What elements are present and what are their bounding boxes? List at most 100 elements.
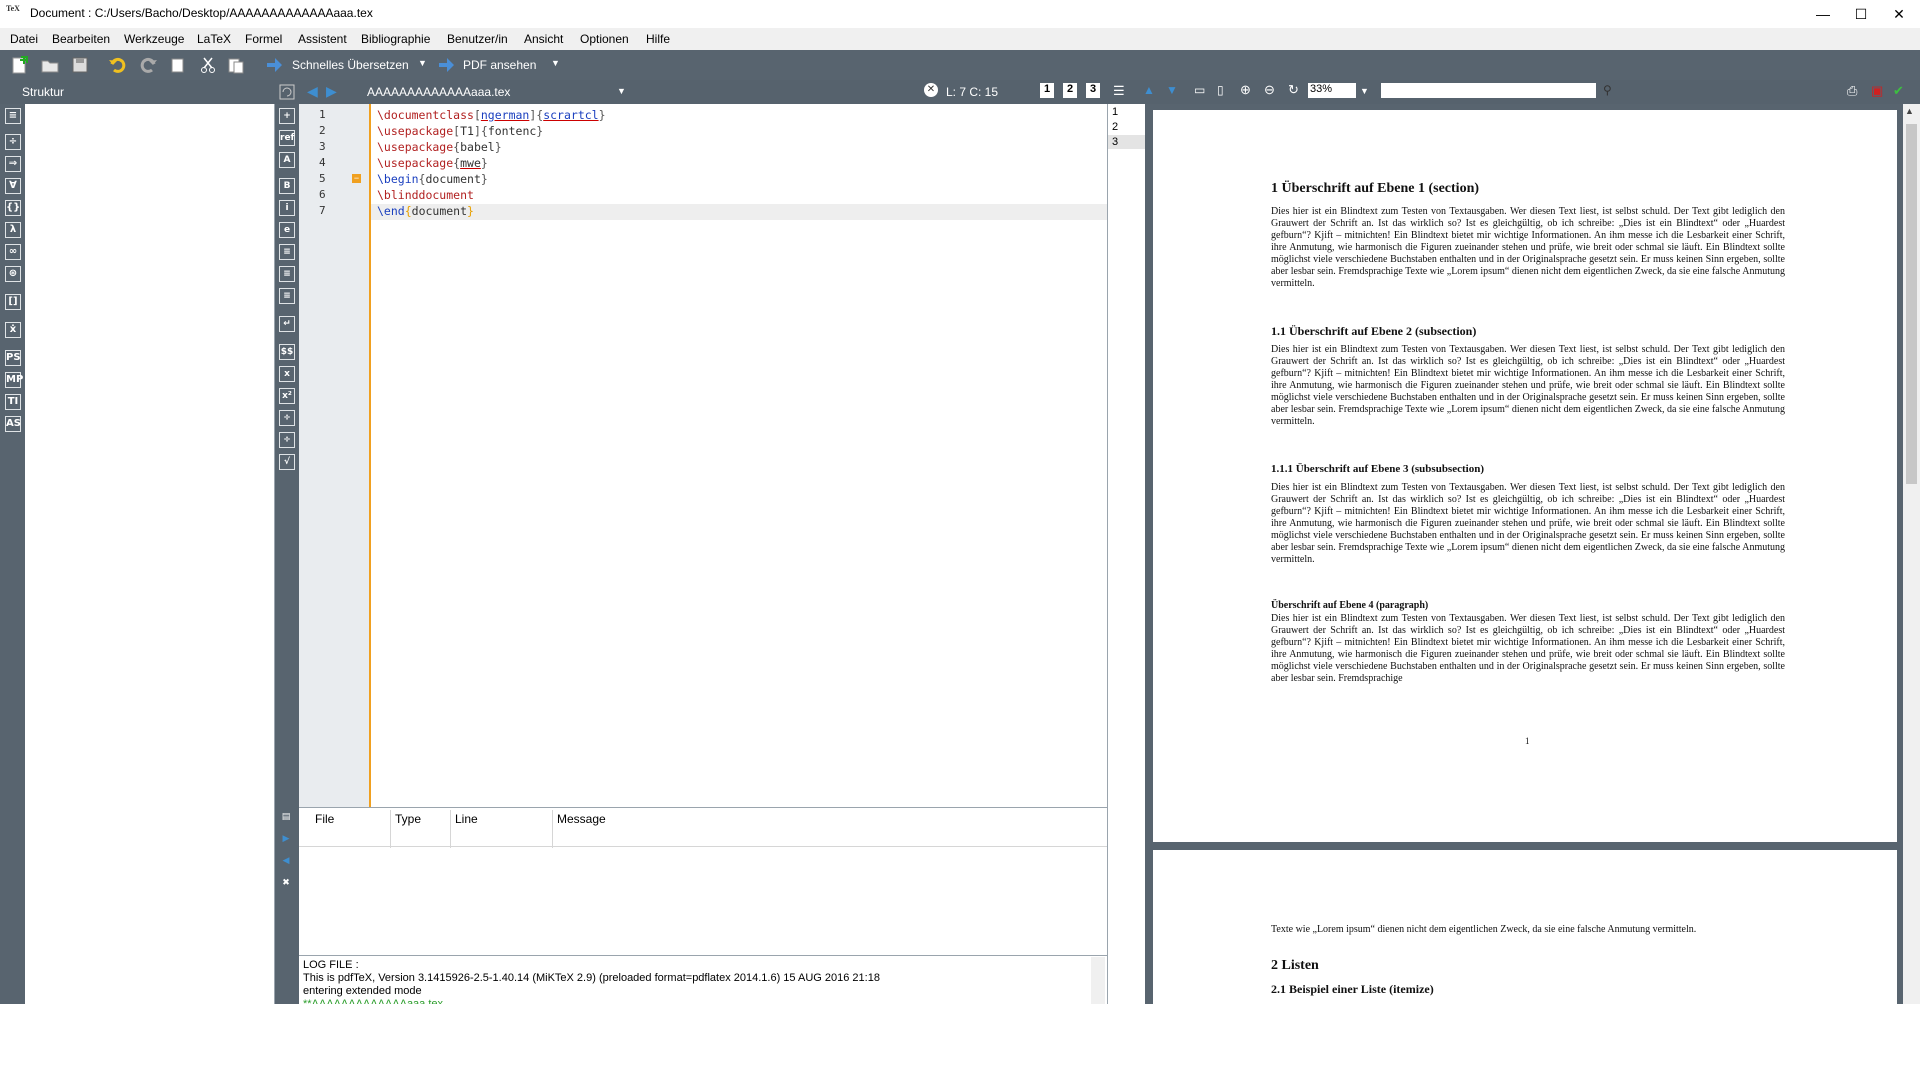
line-number: 5 bbox=[319, 172, 326, 185]
tikz-icon[interactable]: TI bbox=[5, 394, 21, 410]
command: \usepackage bbox=[377, 156, 454, 170]
tab-dropdown-icon[interactable]: ▼ bbox=[617, 86, 626, 96]
emph-icon[interactable]: e bbox=[279, 222, 295, 238]
delimiter-icon[interactable]: {} bbox=[5, 200, 21, 216]
greek-icon[interactable]: λ bbox=[5, 222, 21, 238]
code-editor[interactable]: \documentclass[ngerman]{scrartcl} \usepa… bbox=[371, 104, 1107, 807]
menu-hilfe[interactable]: Hilfe bbox=[646, 32, 670, 46]
infinity-icon[interactable]: ∞ bbox=[5, 244, 21, 260]
menu-ansicht[interactable]: Ansicht bbox=[524, 32, 563, 46]
page-list-item[interactable]: 1 bbox=[1112, 106, 1118, 118]
page-up-icon[interactable]: ▲ bbox=[1143, 83, 1155, 97]
menu-bibliographie[interactable]: Bibliographie bbox=[361, 32, 430, 46]
sqrt-icon[interactable]: √ bbox=[279, 454, 295, 470]
pdf-scroll-thumb[interactable] bbox=[1906, 124, 1917, 484]
page-list-item[interactable]: 2 bbox=[1112, 121, 1118, 133]
messages-icon[interactable]: ▤ bbox=[279, 810, 293, 824]
font-size-icon[interactable]: A bbox=[279, 152, 295, 168]
subscript-icon[interactable]: x bbox=[279, 366, 295, 382]
print-icon[interactable]: ⎙ bbox=[1847, 83, 1857, 99]
view-pdf-button[interactable]: PDF ansehen bbox=[463, 58, 536, 72]
align-left-icon[interactable]: ≡ bbox=[279, 244, 295, 260]
menu-benutzer[interactable]: Benutzer/in bbox=[447, 32, 508, 46]
new-line-icon[interactable]: ↵ bbox=[279, 316, 295, 332]
quick-build-button[interactable]: Schnelles Übersetzen bbox=[292, 58, 409, 72]
sync-icon[interactable]: ↻ bbox=[1288, 82, 1299, 98]
refresh-icon[interactable] bbox=[279, 84, 295, 100]
asymptote-icon[interactable]: AS bbox=[5, 416, 21, 432]
check-icon[interactable]: ✔ bbox=[1893, 83, 1904, 99]
column-header-type[interactable]: Type bbox=[395, 812, 421, 826]
menu-latex[interactable]: LaTeX bbox=[197, 32, 231, 46]
align-right-icon[interactable]: ≡ bbox=[279, 288, 295, 304]
column-header-message[interactable]: Message bbox=[557, 812, 606, 826]
quick-build-arrow-icon[interactable] bbox=[264, 55, 284, 75]
view-pdf-arrow-icon[interactable] bbox=[436, 55, 456, 75]
fit-page-icon[interactable]: ▭ bbox=[1194, 83, 1205, 97]
relation-icon[interactable]: ÷ bbox=[5, 134, 21, 150]
superscript-icon[interactable]: x² bbox=[279, 388, 295, 404]
menu-formel[interactable]: Formel bbox=[245, 32, 282, 46]
pstricks-icon[interactable]: PS bbox=[5, 350, 21, 366]
menu-optionen[interactable]: Optionen bbox=[580, 32, 629, 46]
copy-icon[interactable] bbox=[168, 55, 188, 75]
align-center-icon[interactable]: ≡ bbox=[279, 266, 295, 282]
zoom-out-icon[interactable]: ⊖ bbox=[1264, 82, 1275, 98]
page-list-icon[interactable]: ☰ bbox=[1113, 83, 1125, 99]
label-icon[interactable]: + bbox=[279, 108, 295, 124]
editor-tab[interactable]: AAAAAAAAAAAAAaaa.tex bbox=[367, 85, 510, 99]
pdf-viewer[interactable]: 1 Überschrift auf Ebene 1 (section) Dies… bbox=[1145, 104, 1905, 1004]
search-input[interactable] bbox=[1381, 83, 1596, 98]
menu-assistent[interactable]: Assistent bbox=[298, 32, 347, 46]
prev-error-icon[interactable]: ◀ bbox=[279, 854, 293, 868]
menu-werkzeuge[interactable]: Werkzeuge bbox=[124, 32, 184, 46]
column-header-file[interactable]: File bbox=[315, 812, 334, 826]
scroll-up-icon[interactable]: ▲ bbox=[1905, 106, 1914, 116]
arrow-icon[interactable]: ⇒ bbox=[5, 156, 21, 172]
italic-icon[interactable]: i bbox=[279, 200, 295, 216]
dfrac-icon[interactable]: ÷ bbox=[279, 432, 295, 448]
close-button[interactable]: ✕ bbox=[1876, 0, 1920, 28]
search-icon[interactable]: ⚲ bbox=[1603, 83, 1612, 97]
bold-icon[interactable]: B bbox=[279, 178, 295, 194]
operator-icon[interactable]: ⊛ bbox=[5, 266, 21, 282]
log-scrollbar[interactable] bbox=[1091, 957, 1105, 1004]
quick-build-dropdown-icon[interactable]: ▼ bbox=[418, 58, 427, 68]
fraction-icon[interactable]: ÷ bbox=[279, 410, 295, 426]
paste-icon[interactable] bbox=[226, 55, 246, 75]
column-header-line[interactable]: Line bbox=[455, 812, 478, 826]
ref-icon[interactable]: ref bbox=[279, 130, 295, 146]
view-pdf-dropdown-icon[interactable]: ▼ bbox=[551, 58, 560, 68]
view-one-icon[interactable]: 1 bbox=[1040, 83, 1054, 98]
nav-back-icon[interactable]: ◀ bbox=[307, 83, 318, 100]
close-tab-icon[interactable]: ✕ bbox=[924, 83, 938, 97]
misc-symbol-icon[interactable]: ∀ bbox=[5, 178, 21, 194]
menu-bearbeiten[interactable]: Bearbeiten bbox=[52, 32, 110, 46]
redo-icon[interactable] bbox=[138, 55, 158, 75]
special-char-icon[interactable]: ẋ bbox=[5, 322, 21, 338]
log-output[interactable]: LOG FILE : This is pdfTeX, Version 3.141… bbox=[299, 955, 1107, 1010]
zoom-in-icon[interactable]: ⊕ bbox=[1240, 82, 1251, 98]
view-three-icon[interactable]: 3 bbox=[1086, 83, 1100, 98]
cut-icon[interactable] bbox=[198, 55, 218, 75]
undo-icon[interactable] bbox=[108, 55, 128, 75]
structure-list-icon[interactable]: ≡ bbox=[5, 108, 21, 124]
page-list-item[interactable]: 3 bbox=[1112, 136, 1118, 148]
open-folder-icon[interactable] bbox=[40, 55, 60, 75]
stop-icon[interactable]: ✖ bbox=[279, 876, 293, 890]
external-viewer-icon[interactable]: ▣ bbox=[1871, 83, 1883, 99]
fit-width-icon[interactable]: ▯ bbox=[1217, 83, 1224, 97]
bracket-icon[interactable]: [] bbox=[5, 294, 21, 310]
math-mode-icon[interactable]: $$ bbox=[279, 344, 295, 360]
menu-datei[interactable]: Datei bbox=[10, 32, 38, 46]
metapost-icon[interactable]: MP bbox=[5, 372, 23, 388]
nav-forward-icon[interactable]: ▶ bbox=[326, 83, 337, 100]
fold-marker-icon[interactable]: − bbox=[352, 174, 361, 183]
save-icon[interactable] bbox=[70, 55, 90, 75]
new-file-icon[interactable] bbox=[10, 55, 30, 75]
zoom-combobox[interactable]: 33% bbox=[1308, 83, 1356, 98]
zoom-dropdown-icon[interactable]: ▼ bbox=[1360, 86, 1369, 96]
page-down-icon[interactable]: ▼ bbox=[1166, 83, 1178, 97]
view-two-icon[interactable]: 2 bbox=[1063, 83, 1077, 98]
next-error-icon[interactable]: ▶ bbox=[279, 832, 293, 846]
